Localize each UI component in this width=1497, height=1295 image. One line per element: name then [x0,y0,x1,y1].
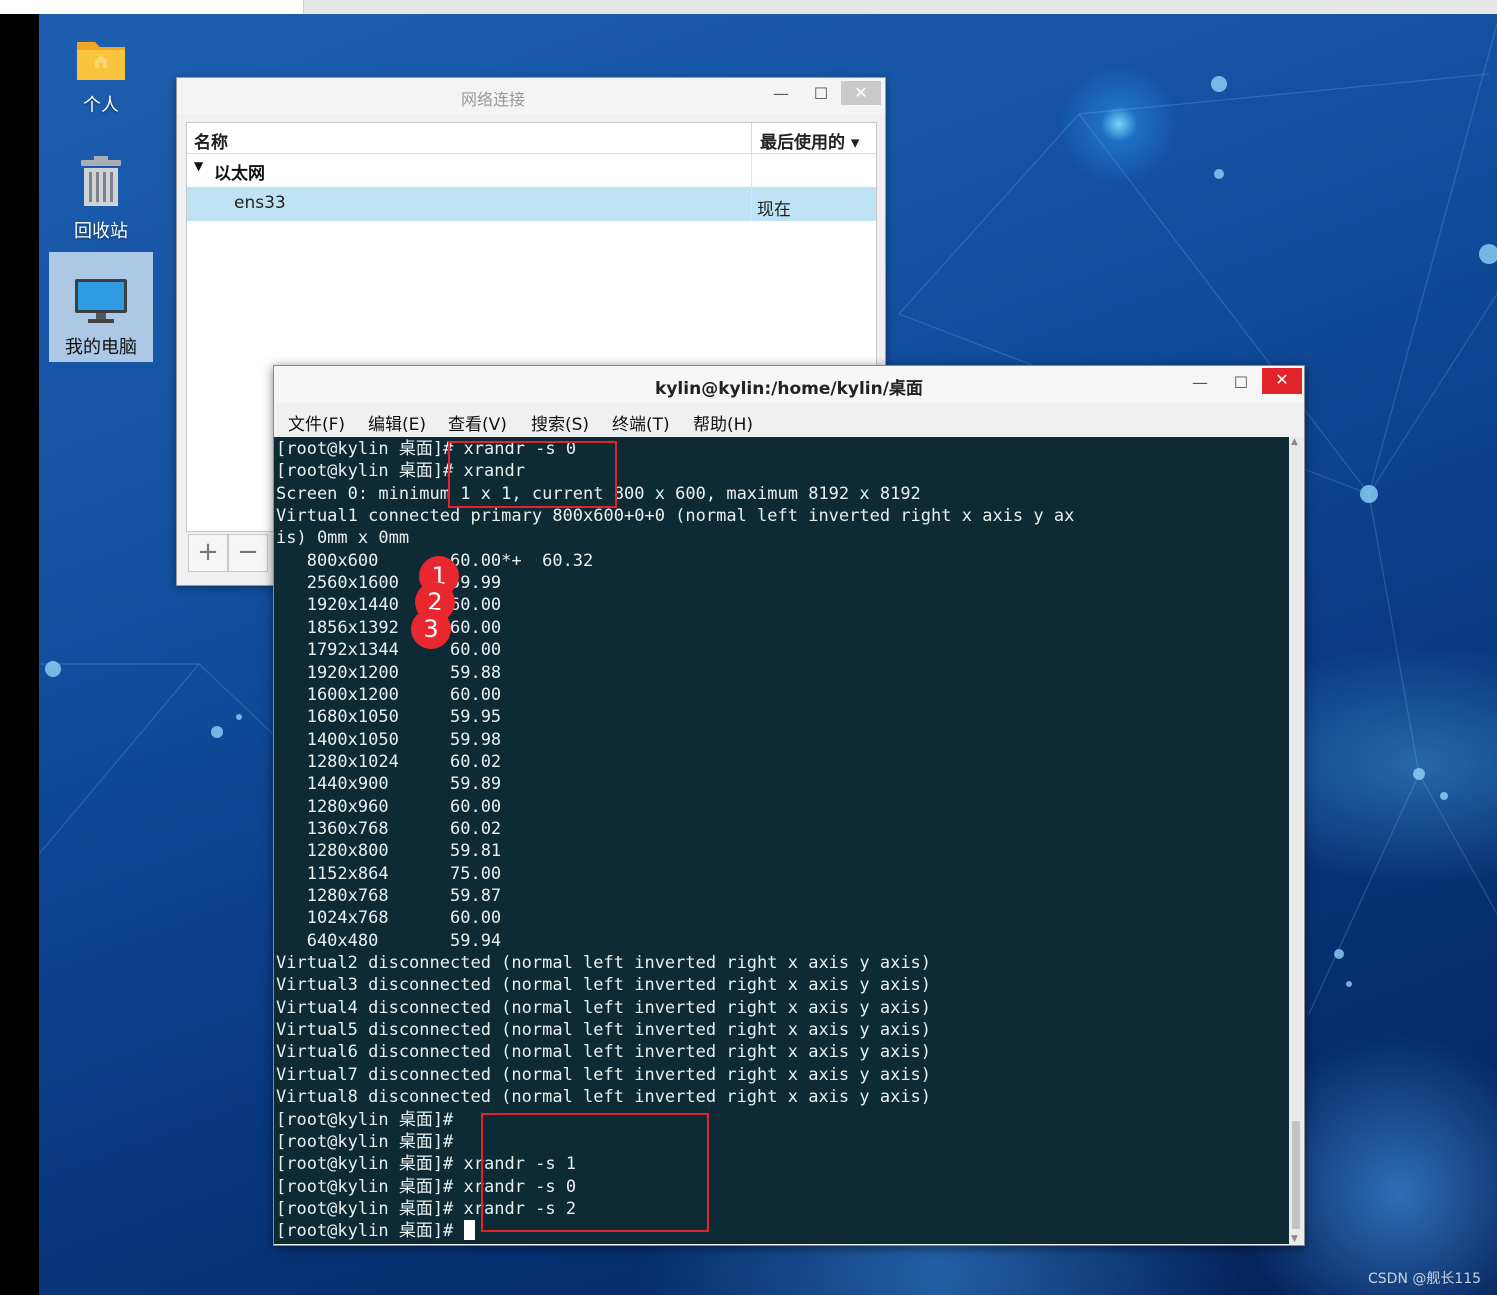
column-header-label: 最后使用的 ▾ [760,133,860,153]
close-button[interactable]: ✕ [1262,368,1302,394]
window-title: 网络连接 [460,90,525,109]
menu-view[interactable]: 查看(V) [448,410,507,435]
column-divider [751,154,752,221]
terminal-line: Virtual3 disconnected (normal left inver… [276,975,932,996]
group-ethernet[interactable]: ▼ 以太网 [187,154,876,186]
desktop-icon-label: 回收站 [74,221,128,242]
terminal-line: 1600x1200 60.00 [276,684,502,705]
terminal-line: Virtual8 disconnected (normal left inver… [276,1087,932,1108]
terminal-line: [root@kylin 桌面]# [276,1220,475,1242]
terminal-line: Virtual6 disconnected (normal left inver… [276,1042,932,1063]
desktop-icon-personal[interactable]: 个人 [49,34,153,124]
terminal-line: Virtual4 disconnected (normal left inver… [276,997,932,1018]
terminal-window: kylin@kylin:/home/kylin/桌面 — ☐ ✕ 文件(F) 编… [273,365,1305,1246]
terminal-line: 1280x800 59.81 [276,841,502,862]
terminal-line: Virtual2 disconnected (normal left inver… [276,953,932,974]
maximize-button[interactable]: ☐ [801,82,841,106]
maximize-button[interactable]: ☐ [1221,371,1261,395]
computer-icon [75,279,127,323]
terminal-line: 1680x1050 59.95 [276,707,502,728]
menu-terminal[interactable]: 终端(T) [612,410,670,435]
terminal-line: 1920x1440 60.00 [276,595,502,616]
minimize-button[interactable]: — [1180,371,1220,395]
desktop-icon-label: 我的电脑 [65,337,137,358]
terminal-line: 1400x1050 59.98 [276,729,502,750]
minimize-button[interactable]: — [761,82,801,106]
desktop-icon-trash[interactable]: 回收站 [49,156,153,246]
terminal-line: 1280x768 59.87 [276,886,502,906]
connection-name: ens33 [234,193,286,213]
terminal-line: Virtual1 connected primary 800x600+0+0 (… [276,506,1075,527]
terminal-line: 1152x864 75.00 [276,863,502,884]
connection-last-used: 现在 [757,200,791,220]
window-titlebar[interactable]: kylin@kylin:/home/kylin/桌面 — ☐ ✕ [274,366,1304,403]
highlight-box-top [448,441,617,508]
column-header-name[interactable]: 名称 [194,128,228,153]
trash-icon [81,156,121,206]
scrollbar-thumb[interactable] [1292,1121,1300,1229]
menu-search[interactable]: 搜索(S) [531,410,589,435]
left-panel [0,14,39,1295]
add-connection-button[interactable]: + [188,534,228,572]
folder-home-icon [77,42,125,80]
terminal-line: 2560x1600 59.99 [276,573,502,594]
terminal-line: 1280x960 60.00 [276,796,502,817]
highlight-box-bottom [481,1113,709,1232]
terminal-line: Virtual5 disconnected (normal left inver… [276,1020,932,1041]
desktop-icon-my-computer[interactable]: 我的电脑 [49,252,153,362]
remove-connection-button[interactable]: − [228,534,268,572]
window-title: kylin@kylin:/home/kylin/桌面 [655,379,923,399]
terminal-line: 1856x1392 60.00 [276,617,502,638]
desktop-icon-label: 个人 [83,95,119,116]
connection-row[interactable]: ens33 现在 [187,187,876,221]
menu-edit[interactable]: 编辑(E) [368,410,426,435]
text-cursor [463,1220,475,1241]
terminal-line: is) 0mm x 0mm [276,528,410,549]
watermark: CSDN @舰长115 [1368,1271,1482,1287]
menu-help[interactable]: 帮助(H) [693,410,753,435]
terminal-line: [root@kylin 桌面]# [276,1131,454,1152]
list-header: 名称 最后使用的 ▾ [187,123,876,154]
terminal-line: 1440x900 59.89 [276,774,502,795]
terminal-line: 1280x1024 60.02 [276,751,502,772]
terminal-line: 1024x768 60.00 [276,908,502,929]
menu-bar: 文件(F) 编辑(E) 查看(V) 搜索(S) 终端(T) 帮助(H) [274,404,1304,436]
taskbar-active-area[interactable] [0,0,304,14]
column-header-last-used[interactable]: 最后使用的 ▾ [751,123,877,153]
terminal-line: [root@kylin 桌面]# [276,1109,454,1130]
terminal-output[interactable]: [root@kylin 桌面]# xrandr -s 0 [root@kylin … [274,437,1289,1244]
terminal-line: 1920x1200 59.88 [276,662,502,683]
terminal-line: 1360x768 60.02 [276,818,502,839]
group-label: 以太网 [214,164,265,184]
terminal-scrollbar[interactable]: ▲ ▼ [1289,437,1303,1244]
terminal-line: 1792x1344 60.00 [276,640,502,661]
close-button[interactable]: ✕ [841,81,881,105]
menu-file[interactable]: 文件(F) [288,410,345,435]
window-titlebar[interactable]: 网络连接 — ☐ ✕ [177,78,885,114]
scroll-down-arrow-icon[interactable]: ▼ [1291,1234,1298,1244]
terminal-line: 640x480 59.94 [276,930,502,951]
top-taskbar [0,0,1497,14]
annotation-badge-3: 3 [411,609,451,649]
scroll-up-arrow-icon[interactable]: ▲ [1291,437,1298,447]
expand-triangle-icon[interactable]: ▼ [194,159,203,173]
terminal-line: Virtual7 disconnected (normal left inver… [276,1064,932,1085]
